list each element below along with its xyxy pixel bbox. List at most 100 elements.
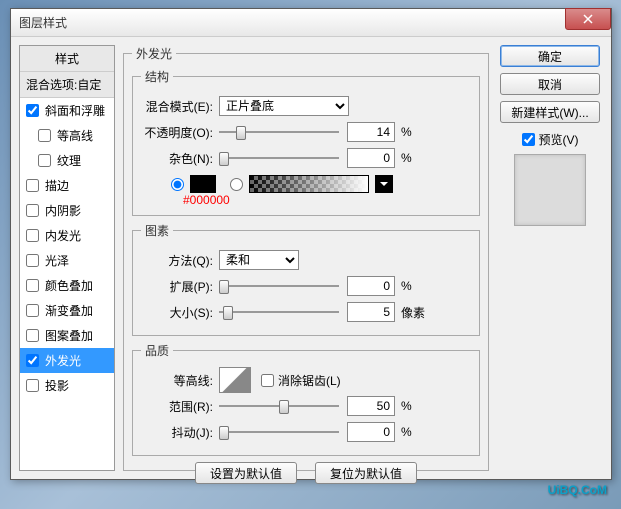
window-title: 图层样式 xyxy=(19,14,67,31)
sidebar-label-0: 斜面和浮雕 xyxy=(45,102,105,119)
range-unit: % xyxy=(401,399,412,413)
gradient-radio[interactable] xyxy=(230,178,243,191)
opacity-value[interactable]: 14 xyxy=(347,122,395,142)
size-label: 大小(S): xyxy=(141,304,219,321)
spread-unit: % xyxy=(401,279,412,293)
structure-legend: 结构 xyxy=(141,68,173,85)
structure-group: 结构 混合模式(E): 正片叠底 不透明度(O): 14 % 杂色(N): xyxy=(132,68,480,216)
sidebar-label-8: 渐变叠加 xyxy=(45,302,93,319)
preview-checkbox[interactable] xyxy=(522,133,535,146)
range-slider[interactable] xyxy=(219,398,339,414)
sidebar-blend-options[interactable]: 混合选项:自定 xyxy=(20,72,114,98)
sidebar-item-4[interactable]: 内阴影 xyxy=(20,198,114,223)
reset-default-button[interactable]: 复位为默认值 xyxy=(315,462,417,484)
sidebar-item-1[interactable]: 等高线 xyxy=(20,123,114,148)
color-radio[interactable] xyxy=(171,178,184,191)
sidebar-checkbox-8[interactable] xyxy=(26,304,39,317)
spread-value[interactable]: 0 xyxy=(347,276,395,296)
sidebar-item-10[interactable]: 外发光 xyxy=(20,348,114,373)
sidebar-item-0[interactable]: 斜面和浮雕 xyxy=(20,98,114,123)
sidebar-item-6[interactable]: 光泽 xyxy=(20,248,114,273)
sidebar-item-7[interactable]: 颜色叠加 xyxy=(20,273,114,298)
noise-value[interactable]: 0 xyxy=(347,148,395,168)
close-icon xyxy=(583,14,593,24)
make-default-button[interactable]: 设置为默认值 xyxy=(195,462,297,484)
sidebar-label-1: 等高线 xyxy=(57,127,93,144)
sidebar-label-7: 颜色叠加 xyxy=(45,277,93,294)
sidebar-label-5: 内发光 xyxy=(45,227,81,244)
watermark: UiBQ.CoM xyxy=(548,478,607,499)
color-swatch[interactable] xyxy=(190,175,216,193)
contour-label: 等高线: xyxy=(141,372,219,389)
opacity-slider[interactable] xyxy=(219,124,339,140)
sidebar-item-9[interactable]: 图案叠加 xyxy=(20,323,114,348)
technique-label: 方法(Q): xyxy=(141,252,219,269)
sidebar-label-2: 纹理 xyxy=(57,152,81,169)
jitter-unit: % xyxy=(401,425,412,439)
quality-group: 品质 等高线: 消除锯齿(L) 范围(R): 50 % xyxy=(132,342,480,456)
sidebar-item-8[interactable]: 渐变叠加 xyxy=(20,298,114,323)
cancel-button[interactable]: 取消 xyxy=(500,73,600,95)
gradient-swatch[interactable] xyxy=(249,175,369,193)
main-panel: 外发光 结构 混合模式(E): 正片叠底 不透明度(O): 14 % 杂色(N) xyxy=(123,45,489,471)
technique-select[interactable]: 柔和 xyxy=(219,250,299,270)
close-button[interactable] xyxy=(565,8,611,30)
quality-legend: 品质 xyxy=(141,342,173,359)
sidebar-checkbox-6[interactable] xyxy=(26,254,39,267)
blend-mode-select[interactable]: 正片叠底 xyxy=(219,96,349,116)
right-column: 确定 取消 新建样式(W)... 预览(V) xyxy=(497,45,603,471)
outer-glow-group: 外发光 结构 混合模式(E): 正片叠底 不透明度(O): 14 % 杂色(N) xyxy=(123,45,489,471)
titlebar: 图层样式 xyxy=(11,9,611,37)
sidebar-checkbox-2[interactable] xyxy=(38,154,51,167)
preview-label: 预览(V) xyxy=(539,131,579,148)
sidebar-item-11[interactable]: 投影 xyxy=(20,373,114,398)
sidebar-label-6: 光泽 xyxy=(45,252,69,269)
range-value[interactable]: 50 xyxy=(347,396,395,416)
sidebar-item-5[interactable]: 内发光 xyxy=(20,223,114,248)
contour-picker[interactable] xyxy=(219,367,251,393)
ok-button[interactable]: 确定 xyxy=(500,45,600,67)
size-unit: 像素 xyxy=(401,304,425,321)
sidebar-label-10: 外发光 xyxy=(45,352,81,369)
content: 样式 混合选项:自定 斜面和浮雕等高线纹理描边内阴影内发光光泽颜色叠加渐变叠加图… xyxy=(11,37,611,479)
sidebar-checkbox-0[interactable] xyxy=(26,104,39,117)
jitter-label: 抖动(J): xyxy=(141,424,219,441)
size-value[interactable]: 5 xyxy=(347,302,395,322)
new-style-button[interactable]: 新建样式(W)... xyxy=(500,101,600,123)
sidebar-label-9: 图案叠加 xyxy=(45,327,93,344)
size-slider[interactable] xyxy=(219,304,339,320)
noise-label: 杂色(N): xyxy=(141,150,219,167)
opacity-unit: % xyxy=(401,125,412,139)
sidebar-checkbox-3[interactable] xyxy=(26,179,39,192)
range-label: 范围(R): xyxy=(141,398,219,415)
sidebar-item-3[interactable]: 描边 xyxy=(20,173,114,198)
gradient-dropdown[interactable] xyxy=(375,175,393,193)
sidebar-checkbox-1[interactable] xyxy=(38,129,51,142)
sidebar-checkbox-9[interactable] xyxy=(26,329,39,342)
sidebar-checkbox-7[interactable] xyxy=(26,279,39,292)
jitter-slider[interactable] xyxy=(219,424,339,440)
blend-mode-label: 混合模式(E): xyxy=(141,98,219,115)
sidebar-checkbox-10[interactable] xyxy=(26,354,39,367)
sidebar-label-3: 描边 xyxy=(45,177,69,194)
sidebar-checkbox-4[interactable] xyxy=(26,204,39,217)
dialog-window: 图层样式 样式 混合选项:自定 斜面和浮雕等高线纹理描边内阴影内发光光泽颜色叠加… xyxy=(10,8,612,480)
color-hex: #000000 xyxy=(183,193,471,207)
sidebar-checkbox-5[interactable] xyxy=(26,229,39,242)
sidebar-checkbox-11[interactable] xyxy=(26,379,39,392)
antialias-checkbox[interactable] xyxy=(261,374,274,387)
noise-slider[interactable] xyxy=(219,150,339,166)
sidebar-label-4: 内阴影 xyxy=(45,202,81,219)
noise-unit: % xyxy=(401,151,412,165)
sidebar-label-11: 投影 xyxy=(45,377,69,394)
jitter-value[interactable]: 0 xyxy=(347,422,395,442)
antialias-label: 消除锯齿(L) xyxy=(278,372,341,389)
opacity-label: 不透明度(O): xyxy=(141,124,219,141)
spread-slider[interactable] xyxy=(219,278,339,294)
spread-label: 扩展(P): xyxy=(141,278,219,295)
panel-title: 外发光 xyxy=(132,45,176,62)
sidebar-item-2[interactable]: 纹理 xyxy=(20,148,114,173)
elements-group: 图素 方法(Q): 柔和 扩展(P): 0 % 大小(S): 5 xyxy=(132,222,480,336)
sidebar-header: 样式 xyxy=(20,46,114,72)
preview-swatch xyxy=(514,154,586,226)
